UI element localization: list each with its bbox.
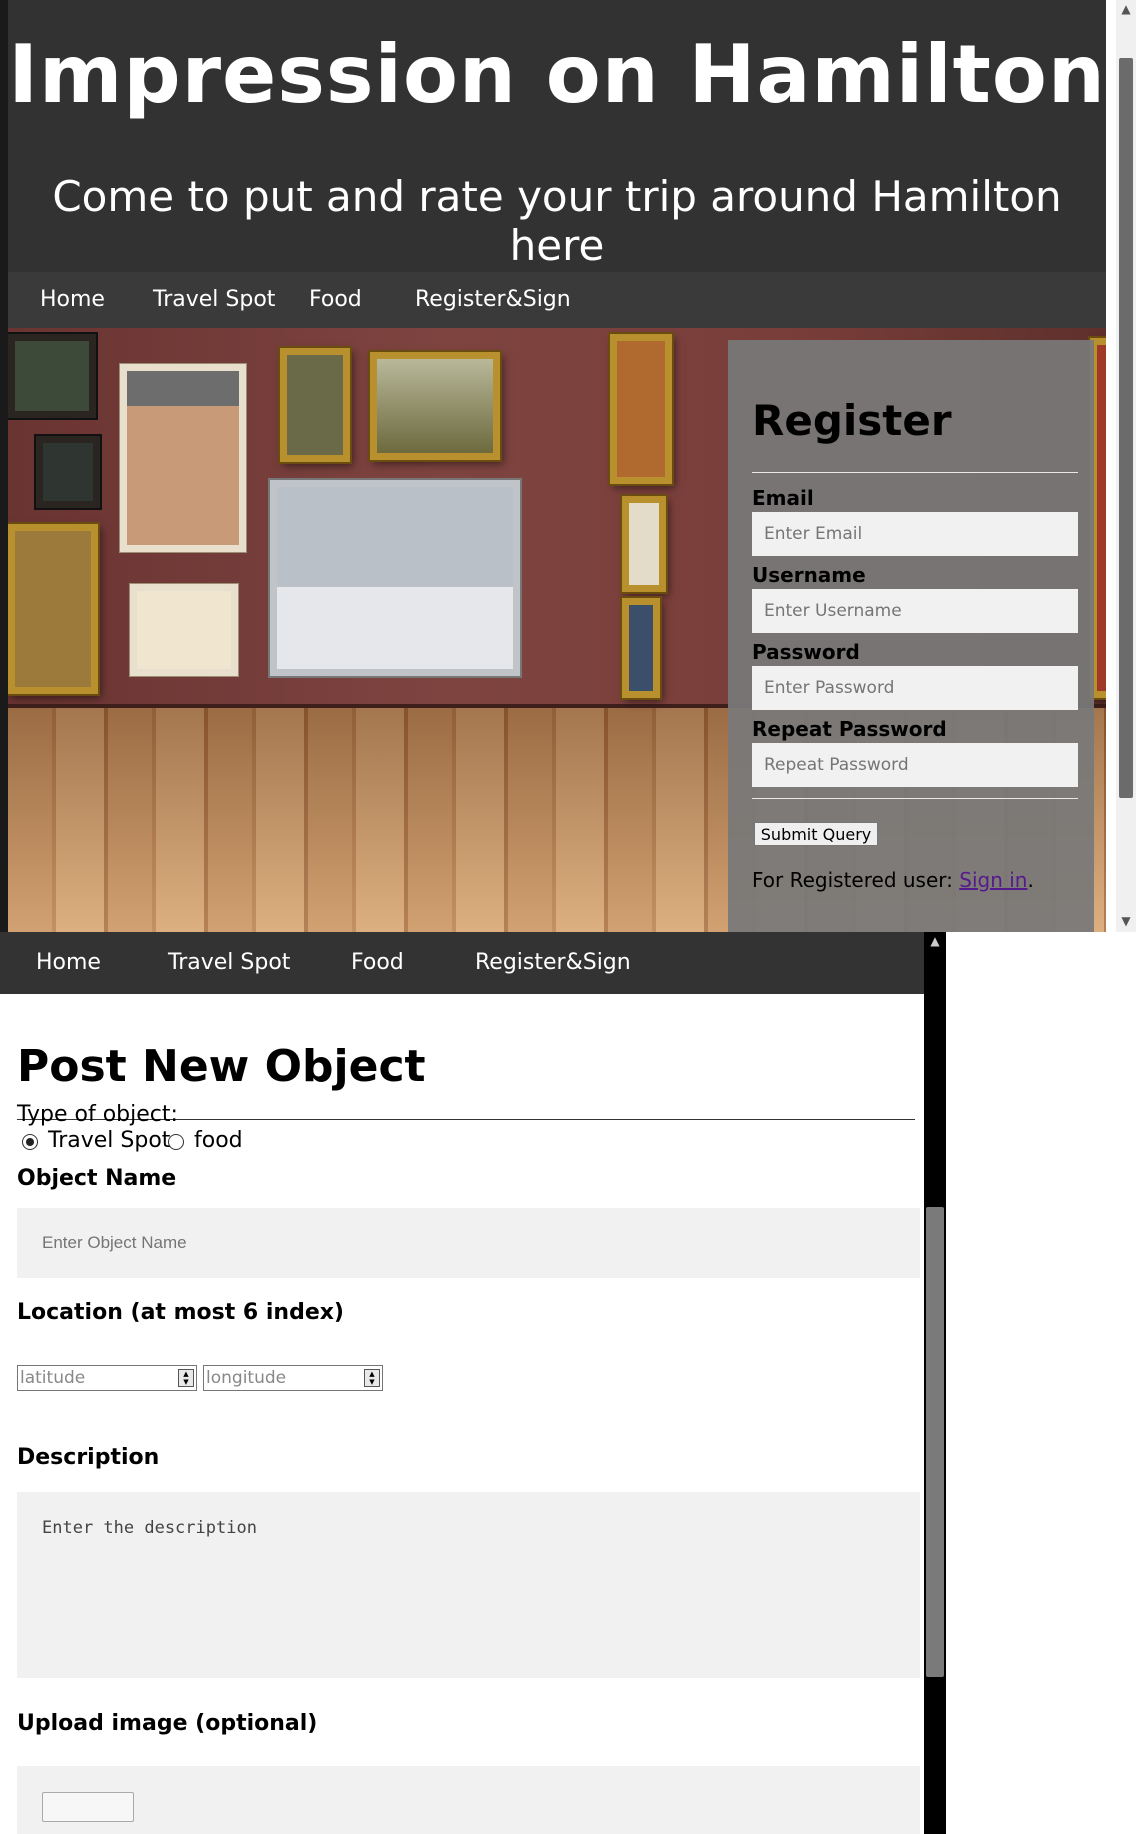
submit-query-button[interactable]: Submit Query [754,822,878,846]
location-label: Location (at most 6 index) [17,1300,344,1325]
painting [370,352,500,460]
longitude-placeholder: longitude [206,1368,287,1388]
page-title: Post New Object [17,1041,426,1092]
divider [752,798,1078,799]
register-heading: Register [752,396,952,445]
username-label: Username [752,563,866,587]
object-name-label: Object Name [17,1166,177,1191]
upload-area [17,1766,920,1834]
password-label: Password [752,640,860,664]
nav-register-sign[interactable]: Register&Sign [415,272,571,328]
painting [270,480,520,676]
upload-label: Upload image (optional) [17,1711,318,1736]
scrollbar-thumb[interactable] [1119,58,1133,798]
divider [752,472,1078,473]
radio-food[interactable] [168,1134,184,1150]
signin-link[interactable]: Sign in [959,868,1027,892]
description-label: Description [17,1445,160,1470]
painting [622,598,660,698]
email-field[interactable] [752,512,1078,556]
site-title: Impression on Hamilton [8,28,1106,121]
radio-travel-spot[interactable] [22,1134,38,1150]
post-object-window: Home Travel Spot Food Register&Sign Post… [0,932,946,1834]
painting [280,348,350,462]
painting [36,436,100,508]
radio-food-label: food [194,1128,243,1153]
repeat-password-label: Repeat Password [752,717,947,741]
nav-register-sign[interactable]: Register&Sign [475,932,631,994]
object-name-field[interactable] [17,1208,920,1278]
scrollbar-thumb[interactable] [926,1207,944,1677]
description-textarea[interactable]: Enter the description [17,1492,920,1678]
top-nav: Home Travel Spot Food Register&Sign [0,932,946,994]
nav-home[interactable]: Home [36,932,101,994]
nav-travel-spot[interactable]: Travel Spot [168,932,290,994]
repeat-password-field[interactable] [752,743,1078,787]
radio-travel-spot-label: Travel Spot [48,1128,171,1153]
latitude-field[interactable]: latitude ▲ ▼ [17,1365,197,1391]
nav-food[interactable]: Food [309,272,362,328]
scroll-up-icon[interactable]: ▲ [924,932,946,950]
nav-food[interactable]: Food [351,932,404,994]
register-panel: Register Email Username Password Repeat … [728,340,1094,932]
register-page-window: Impression on Hamilton Come to put and r… [0,0,1136,932]
vertical-scrollbar[interactable]: ▲ ▼ [1116,0,1136,932]
choose-file-button[interactable] [42,1792,134,1822]
site-header: Impression on Hamilton Come to put and r… [8,0,1106,272]
username-field[interactable] [752,589,1078,633]
site-subtitle: Come to put and rate your trip around Ha… [52,172,1062,270]
longitude-stepper-icon[interactable]: ▲ ▼ [364,1369,380,1387]
painting [130,584,238,676]
top-nav: Home Travel Spot Food Register&Sign [8,272,1106,328]
description-placeholder: Enter the description [42,1518,257,1538]
window-edge [0,0,8,932]
latitude-stepper-icon[interactable]: ▲ ▼ [178,1369,194,1387]
latitude-placeholder: latitude [20,1368,86,1388]
painting [622,496,666,592]
painting [8,524,98,694]
post-object-form: Post New Object Type of object: Travel S… [0,994,924,1834]
nav-home[interactable]: Home [40,272,105,328]
email-label: Email [752,486,814,510]
vertical-scrollbar[interactable]: ▲ [924,932,946,1834]
painting [8,334,96,418]
painting [120,364,246,552]
password-field[interactable] [752,666,1078,710]
scroll-down-icon[interactable]: ▼ [1116,912,1136,930]
longitude-field[interactable]: longitude ▲ ▼ [203,1365,383,1391]
nav-travel-spot[interactable]: Travel Spot [153,272,275,328]
signin-prefix: For Registered user: [752,868,960,892]
scroll-up-icon[interactable]: ▲ [1116,0,1136,18]
type-label: Type of object: [17,1102,178,1127]
signin-suffix: . [1027,868,1034,892]
painting [610,334,672,484]
signin-prompt: For Registered user: Sign in. [752,868,1034,892]
